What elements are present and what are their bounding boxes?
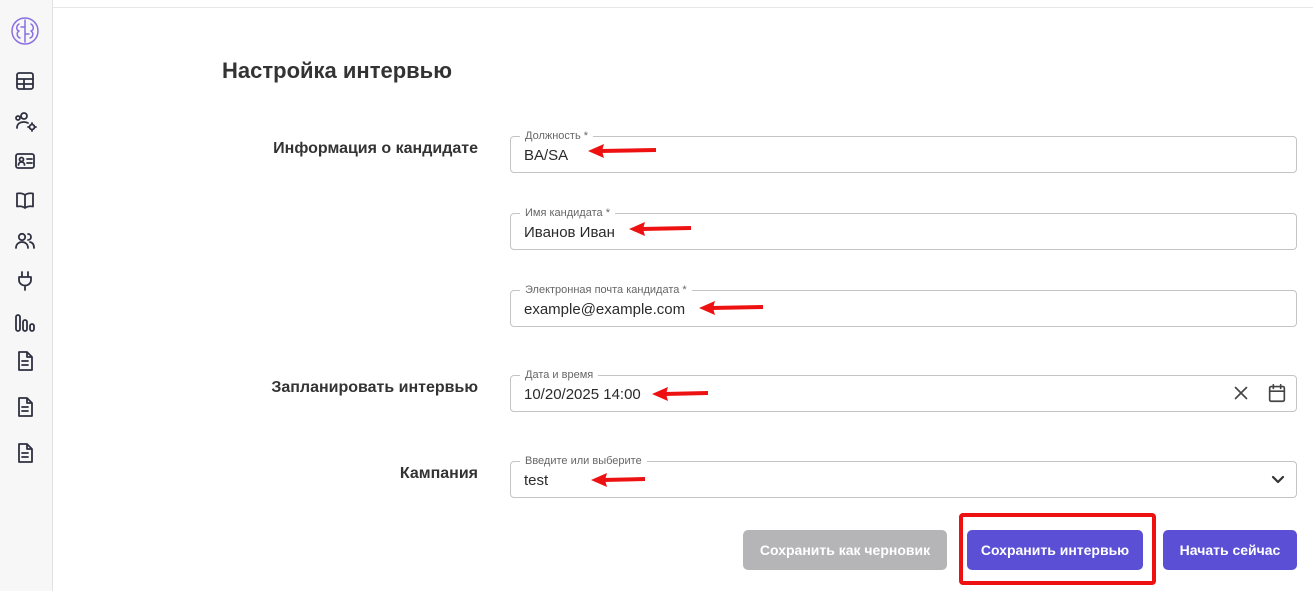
annotation-arrow-icon xyxy=(589,472,661,488)
document-icon xyxy=(18,351,33,371)
sidebar-item-book[interactable] xyxy=(12,188,38,214)
section-candidate-info: Информация о кандидате xyxy=(273,140,478,157)
book-icon xyxy=(16,192,34,209)
position-value[interactable]: BA/SA xyxy=(524,147,568,164)
save-interview-button[interactable]: Сохранить интервью xyxy=(967,530,1143,570)
candidate-email-value[interactable]: example@example.com xyxy=(524,301,685,318)
brain-logo-icon[interactable] xyxy=(8,14,42,48)
annotation-arrow-icon xyxy=(650,386,722,402)
sidebar xyxy=(0,0,53,591)
table-icon xyxy=(16,72,34,90)
sidebar-item-integrations[interactable] xyxy=(12,268,38,294)
position-label: Должность * xyxy=(520,129,594,143)
sidebar-item-table[interactable] xyxy=(12,68,38,94)
page-title: Настройка интервью xyxy=(222,58,452,83)
document-icon xyxy=(18,443,33,463)
annotation-arrow-icon xyxy=(586,143,658,159)
campaign-label: Введите или выберите xyxy=(520,454,647,468)
candidate-name-label: Имя кандидата * xyxy=(520,206,615,220)
save-draft-button[interactable]: Сохранить как черновик xyxy=(743,530,947,570)
datetime-value[interactable]: 10/20/2025 14:00 xyxy=(524,386,641,403)
sidebar-item-document-2[interactable] xyxy=(12,394,38,420)
candidate-name-value[interactable]: Иванов Иван xyxy=(524,224,615,241)
bar-chart-icon xyxy=(15,314,35,332)
calendar-icon[interactable] xyxy=(1266,382,1288,404)
annotation-arrow-icon xyxy=(697,300,769,316)
chevron-down-icon[interactable] xyxy=(1270,471,1286,487)
candidate-email-label: Электронная почта кандидата * xyxy=(520,283,692,297)
sidebar-item-id-card[interactable] xyxy=(12,148,38,174)
datetime-label: Дата и время xyxy=(520,368,599,382)
team-icon xyxy=(15,232,35,249)
annotation-arrow-icon xyxy=(627,221,699,237)
start-now-button[interactable]: Начать сейчас xyxy=(1163,530,1297,570)
section-schedule: Запланировать интервью xyxy=(271,379,478,396)
clear-icon[interactable] xyxy=(1230,382,1252,404)
sidebar-item-analytics[interactable] xyxy=(12,310,38,336)
plug-icon xyxy=(18,271,32,291)
top-divider xyxy=(52,7,1313,8)
datetime-field[interactable]: Дата и время 10/20/2025 14:00 xyxy=(510,368,1297,412)
document-icon xyxy=(18,397,33,417)
section-campaign: Кампания xyxy=(399,465,478,482)
users-settings-icon xyxy=(15,112,37,132)
id-card-icon xyxy=(15,153,35,169)
sidebar-item-users-settings[interactable] xyxy=(12,108,38,134)
sidebar-item-team[interactable] xyxy=(12,228,38,254)
sidebar-item-document-1[interactable] xyxy=(12,348,38,374)
sidebar-item-document-3[interactable] xyxy=(12,440,38,466)
campaign-value[interactable]: test xyxy=(524,472,548,489)
candidate-email-field[interactable]: Электронная почта кандидата * example@ex… xyxy=(510,283,1297,327)
